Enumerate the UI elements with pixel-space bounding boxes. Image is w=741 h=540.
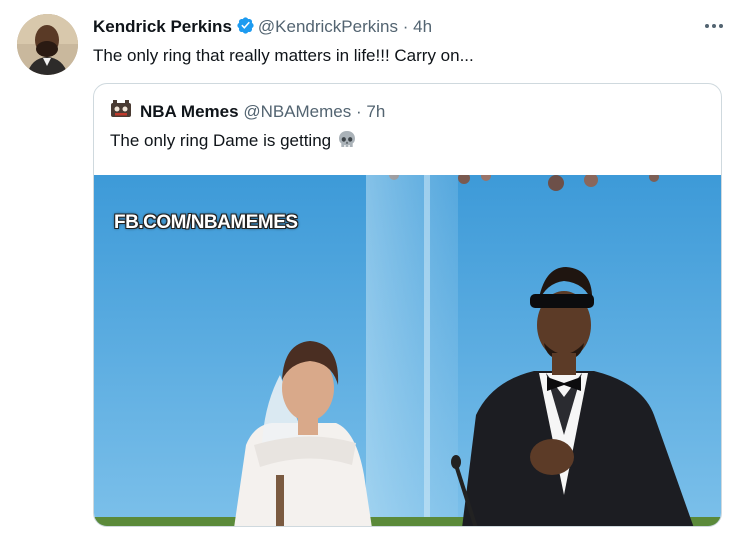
verified-badge-icon [236,16,255,41]
author-handle[interactable]: @KendrickPerkins [258,17,398,36]
separator-dot: · [356,102,362,121]
nba-memes-avatar-icon [110,100,132,120]
more-horizontal-icon[interactable] [703,14,725,38]
quoted-tweet-header: NBA Memes @NBAMemes · 7h [110,100,385,123]
quoted-media-image[interactable]: FB.COM/NBAMEMES [94,170,721,526]
media-watermark: FB.COM/NBAMEMES [114,212,298,233]
tweet[interactable]: Kendrick Perkins @KendrickPerkins · 4h Th… [0,0,741,540]
tweet-header: Kendrick Perkins @KendrickPerkins · 4h [93,16,432,41]
avatar[interactable] [17,14,78,75]
quoted-timestamp[interactable]: 7h [366,102,385,121]
quoted-text: The only ring Dame is getting [110,131,332,150]
tweet-timestamp[interactable]: 4h [413,17,432,36]
tweet-text: The only ring that really matters in lif… [93,46,474,65]
quoted-tweet[interactable]: NBA Memes @NBAMemes · 7h The only ring D… [93,83,722,527]
author-name[interactable]: Kendrick Perkins [93,17,232,36]
quoted-author-name[interactable]: NBA Memes [140,102,239,121]
skull-icon [337,130,357,156]
quoted-tweet-text: The only ring Dame is getting [110,130,357,156]
separator-dot: · [402,17,409,36]
quoted-author-handle[interactable]: @NBAMemes [243,102,351,121]
